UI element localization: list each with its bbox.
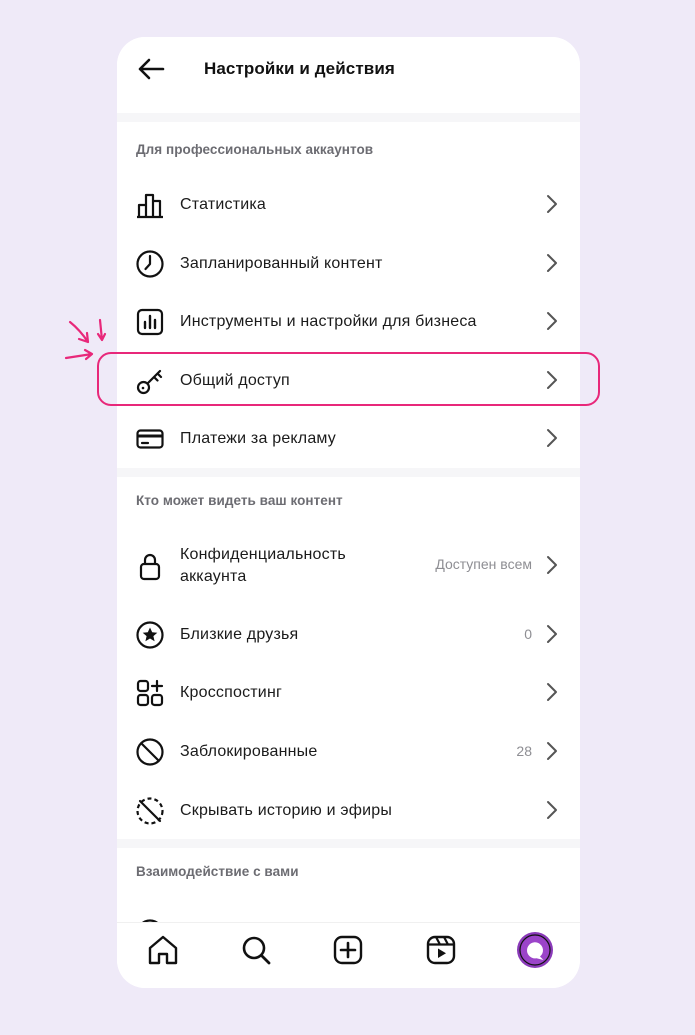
divider	[117, 839, 580, 848]
settings-item-label-line2: аккаунта	[180, 568, 247, 585]
settings-item-label: Статистика	[180, 196, 267, 213]
chevron-right-icon	[547, 312, 557, 330]
chevron-right-icon	[547, 625, 557, 643]
settings-item-label: Инструменты и настройки для бизнеса	[180, 313, 477, 330]
crosspost-icon	[136, 679, 164, 707]
star-circle-icon	[136, 621, 164, 649]
section-title-professional: Для профессиональных аккаунтов	[136, 142, 374, 157]
settings-item-crossposting[interactable]: Кросспостинг	[117, 663, 580, 721]
business-tools-icon	[136, 308, 164, 336]
settings-screen: Настройки и действия Для профессиональны…	[117, 37, 580, 988]
reels-icon[interactable]	[424, 933, 458, 967]
bottom-nav	[117, 922, 580, 988]
settings-item-business-tools[interactable]: Инструменты и настройки для бизнеса	[117, 292, 580, 350]
chevron-right-icon	[547, 195, 557, 213]
chevron-right-icon	[547, 556, 557, 574]
divider	[117, 113, 580, 122]
chevron-right-icon	[547, 801, 557, 819]
settings-item-label: Конфиденциальность аккаунта	[180, 544, 346, 588]
settings-item-value: Доступен всем	[435, 556, 532, 572]
settings-item-account-privacy[interactable]: Конфиденциальность аккаунта Доступен все…	[117, 536, 580, 596]
settings-item-label: Платежи за рекламу	[180, 430, 337, 447]
blocked-icon	[136, 738, 164, 766]
hide-story-icon	[136, 797, 164, 825]
settings-item-value: 28	[516, 743, 532, 759]
profile-avatar[interactable]	[516, 931, 554, 969]
chevron-right-icon	[547, 254, 557, 272]
header: Настройки и действия	[117, 37, 580, 113]
chevron-right-icon	[547, 429, 557, 447]
chevron-right-icon	[547, 742, 557, 760]
section-title-visibility: Кто может видеть ваш контент	[136, 493, 343, 508]
bar-chart-icon	[137, 193, 163, 219]
settings-item-value: 0	[524, 626, 532, 642]
settings-item-label: Скрывать историю и эфиры	[180, 802, 393, 819]
pointer-arrows-icon	[64, 318, 107, 361]
home-icon[interactable]	[146, 933, 180, 967]
settings-item-scheduled-content[interactable]: Запланированный контент	[117, 234, 580, 292]
back-arrow-icon[interactable]	[135, 53, 167, 85]
settings-item-label-line1: Конфиденциальность	[180, 546, 346, 563]
settings-item-ad-payments[interactable]: Платежи за рекламу	[117, 409, 580, 467]
clock-icon	[136, 250, 164, 278]
settings-item-hide-story[interactable]: Скрывать историю и эфиры	[117, 781, 580, 839]
settings-item-label: Заблокированные	[180, 743, 318, 760]
page-title: Настройки и действия	[204, 59, 395, 78]
settings-item-blocked[interactable]: Заблокированные 28	[117, 722, 580, 780]
settings-item-close-friends[interactable]: Близкие друзья 0	[117, 605, 580, 663]
search-icon[interactable]	[239, 933, 273, 967]
settings-item-statistics[interactable]: Статистика	[117, 175, 580, 233]
settings-item-label: Кросспостинг	[180, 684, 283, 701]
chevron-right-icon	[547, 683, 557, 701]
lock-icon	[139, 553, 161, 581]
highlight-frame	[97, 352, 600, 406]
credit-card-icon	[136, 429, 164, 449]
divider	[117, 468, 580, 477]
create-icon[interactable]	[331, 933, 365, 967]
settings-item-label: Запланированный контент	[180, 255, 383, 272]
section-title-interactions: Взаимодействие с вами	[136, 864, 299, 879]
settings-item-label: Близкие друзья	[180, 626, 299, 643]
